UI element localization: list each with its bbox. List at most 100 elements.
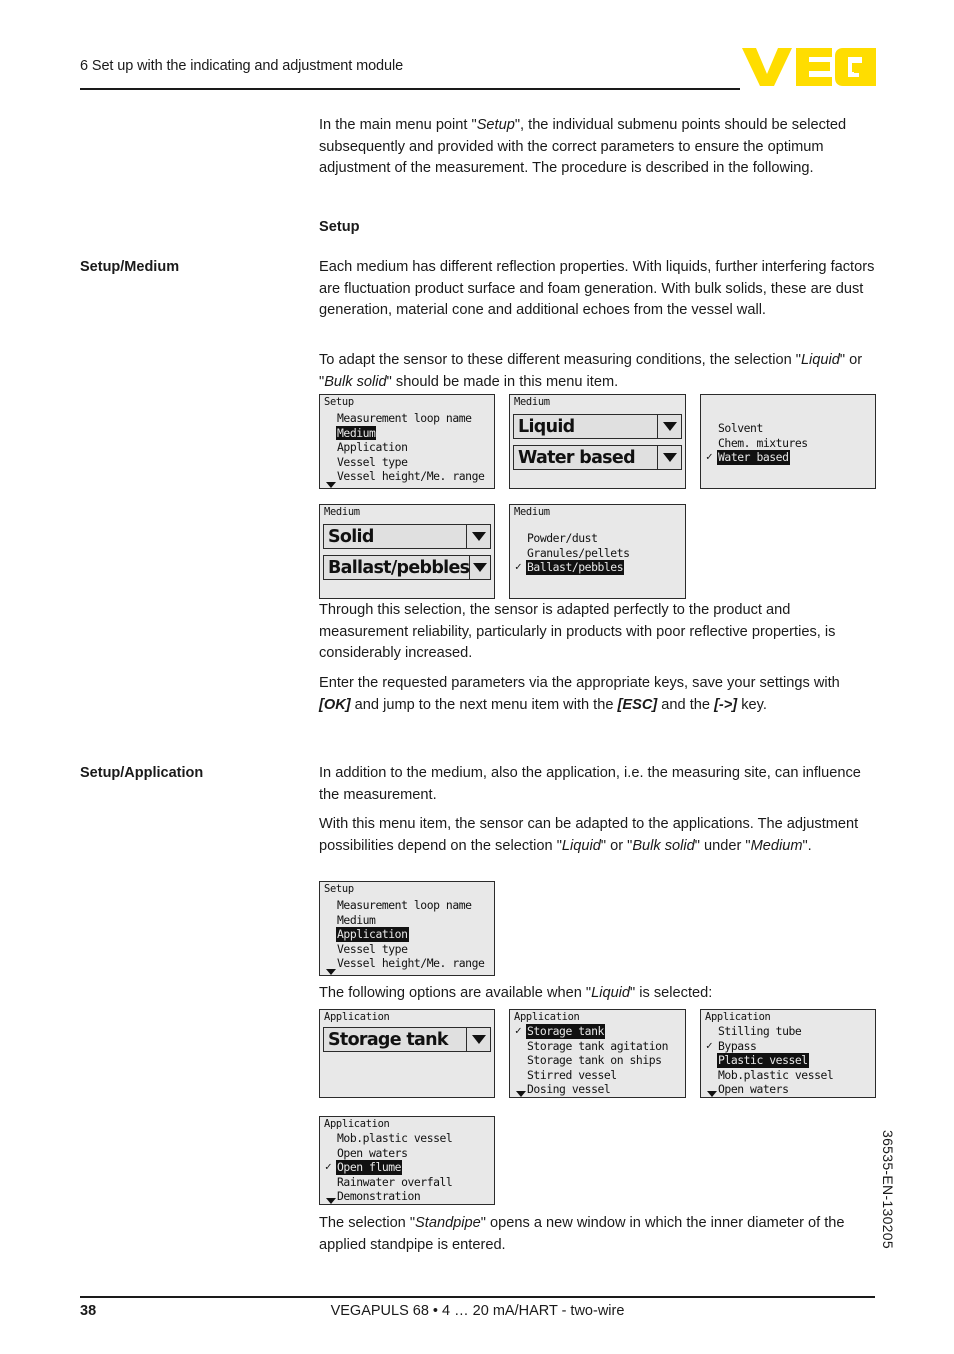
list-item[interactable]: ✓ Water based [705,450,872,465]
list-item[interactable]: Storage tank on ships [514,1053,682,1068]
lcd-menu-list: Measurement loop name Medium Application… [324,898,491,971]
medium-paragraph-3: Through this selection, the sensor is ad… [319,600,875,665]
lcd-setup-menu-application: Setup Measurement loop name Medium Appli… [319,881,495,976]
list-item[interactable]: ✓ Storage tank [514,1024,682,1039]
lcd-menu-list: Solvent Chem. mixtures ✓ Water based [705,421,872,465]
application-p2-emphasis-bulk-solid: Bulk solid [632,837,695,854]
list-item[interactable]: Open waters [324,1146,491,1161]
application-p3-part-b: " is selected: [630,985,713,1001]
scroll-down-icon[interactable] [707,1091,717,1097]
list-item[interactable]: Rainwater overfall [324,1175,491,1190]
lcd-menu-list: Powder/dust Granules/pellets ✓ Ballast/pe… [514,531,682,575]
document-page: 6 Set up with the indicating and adjustm… [0,0,954,1354]
chevron-down-icon[interactable] [466,1028,490,1051]
list-item[interactable]: Granules/pellets [514,546,682,561]
dropdown-medium-type[interactable]: Solid [323,524,491,549]
lcd-medium-solid-fields: Medium Solid Ballast/pebbles [319,504,495,599]
medium-p4-part-b: and jump to the next menu item with the [350,696,618,713]
medium-p2-text: To adapt the sensor to these different m… [319,350,875,393]
application-p2-part-b: " or " [600,837,633,854]
marginal-setup-application: Setup/Application [80,765,204,781]
list-item[interactable]: ✓ Ballast/pebbles [514,560,682,575]
dropdown-value: Liquid [518,416,575,437]
application-p2-part-d: ". [802,837,812,854]
list-item[interactable]: ✓ Open flume [324,1160,491,1175]
chevron-down-icon[interactable] [466,525,490,548]
list-item[interactable]: ✓ Bypass [705,1039,872,1054]
list-item[interactable]: Plastic vessel [705,1053,872,1068]
list-item[interactable]: Mob.plastic vessel [324,1131,491,1146]
list-item[interactable]: Measurement loop name [324,898,491,913]
list-item[interactable]: Chem. mixtures [705,436,872,451]
list-item[interactable]: Measurement loop name [324,411,491,426]
list-item[interactable]: Solvent [705,421,872,436]
application-paragraph-4: The selection "Standpipe" opens a new wi… [319,1213,875,1256]
list-item[interactable]: Medium [324,425,491,441]
list-item[interactable]: Stirred vessel [514,1068,682,1083]
scroll-down-icon[interactable] [326,969,336,975]
chevron-down-icon[interactable] [657,446,681,469]
setup-subheading-block: Setup [319,217,875,239]
intro-paragraph: In the main menu point "Setup", the indi… [319,115,875,180]
application-p3-emphasis-liquid: Liquid [591,985,631,1001]
dropdown-medium-type[interactable]: Liquid [513,414,682,439]
medium-p2-emphasis-liquid: Liquid [800,352,840,368]
application-paragraph-2: With this menu item, the sensor can be a… [319,814,875,857]
list-item[interactable]: Application [324,440,491,455]
application-paragraph-3: The following options are available when… [319,983,875,1005]
lcd-application-options-1: Application ✓ Storage tank Storage tank a… [509,1009,686,1098]
list-item[interactable]: Storage tank agitation [514,1039,682,1054]
document-code: 36535-EN-130205 [880,1130,896,1249]
medium-paragraph-2: To adapt the sensor to these different m… [319,350,875,393]
checkmark-icon: ✓ [325,1160,332,1174]
medium-p4-part-d: key. [737,696,767,713]
scroll-down-icon[interactable] [516,1091,526,1097]
chevron-down-icon[interactable] [657,415,681,438]
application-paragraph-1: In addition to the medium, also the appl… [319,763,875,806]
application-p2-emphasis-medium: Medium [750,837,803,854]
list-item[interactable]: Vessel height/Me. range [324,956,491,971]
header-divider [80,88,740,90]
chevron-down-icon[interactable] [469,556,490,579]
setup-subheading: Setup [319,219,360,235]
lcd-title: Application [705,1011,771,1023]
footer-divider [80,1296,875,1298]
dropdown-application[interactable]: Storage tank [323,1027,491,1052]
lcd-medium-solid-options: Medium Powder/dust Granules/pellets ✓ Bal… [509,504,686,599]
dropdown-value: Water based [518,447,636,468]
application-p1-text: In addition to the medium, also the appl… [319,765,861,803]
list-item[interactable]: Medium [324,913,491,928]
application-p4-emphasis-standpipe: Standpipe [415,1215,481,1231]
list-item[interactable]: Application [324,927,491,942]
application-p3-part-a: The following options are available when… [319,985,592,1001]
intro-part-a: In the main menu point " [319,117,477,133]
list-item[interactable]: Dosing vessel [514,1082,682,1097]
dropdown-value: Storage tank [328,1029,448,1050]
list-item[interactable]: Demonstration [324,1189,491,1204]
medium-p2-part-a: To adapt the sensor to these different m… [319,352,801,368]
key-ok: [OK] [319,696,351,713]
scroll-down-icon[interactable] [326,482,336,488]
marginal-setup-medium: Setup/Medium [80,259,180,275]
intro-text: In the main menu point "Setup", the indi… [319,115,875,180]
list-item[interactable]: Stilling tube [705,1024,872,1039]
checkmark-icon: ✓ [515,560,522,574]
lcd-menu-list: Stilling tube ✓ Bypass Plastic vessel Mob… [705,1024,872,1097]
checkmark-icon: ✓ [706,1038,713,1052]
intro-emphasis: Setup [476,117,515,133]
scroll-down-icon[interactable] [326,1198,336,1204]
list-item[interactable]: Vessel type [324,455,491,470]
dropdown-medium-subtype[interactable]: Water based [513,445,682,470]
lcd-menu-list: Measurement loop name Medium Application… [324,411,491,484]
dropdown-medium-subtype[interactable]: Ballast/pebbles [323,555,491,580]
list-item[interactable]: Vessel type [324,942,491,957]
medium-paragraph-1: Each medium has different reflection pro… [319,257,875,322]
lcd-medium-liquid-options: Solvent Chem. mixtures ✓ Water based [700,394,876,489]
application-p3-text: The following options are available when… [319,983,875,1005]
medium-paragraph-4: Enter the requested parameters via the a… [319,673,875,716]
list-item[interactable]: Powder/dust [514,531,682,546]
lcd-title: Setup [324,396,354,408]
list-item[interactable]: Vessel height/Me. range [324,469,491,484]
list-item[interactable]: Open waters [705,1082,872,1097]
list-item[interactable]: Mob.plastic vessel [705,1068,872,1083]
